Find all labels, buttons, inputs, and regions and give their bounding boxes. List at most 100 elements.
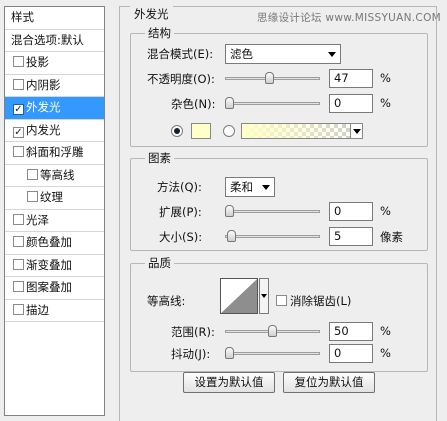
technique-label: 方法(Q): bbox=[157, 180, 202, 194]
blend-mode-select[interactable]: 滤色 bbox=[225, 44, 341, 64]
spread-input[interactable]: 0 bbox=[329, 202, 373, 221]
style-item-label: 内阴影 bbox=[26, 77, 61, 92]
panel-title: 外发光 bbox=[130, 6, 173, 22]
style-drop-shadow-item[interactable]: 投影 bbox=[5, 52, 104, 75]
size-input[interactable]: 5 bbox=[329, 227, 373, 246]
glow-color-swatch[interactable] bbox=[191, 123, 211, 139]
chevron-down-icon bbox=[328, 52, 336, 57]
solid-color-radio[interactable] bbox=[171, 125, 183, 137]
style-checkbox[interactable] bbox=[27, 168, 38, 180]
style-item-label: 图案叠加 bbox=[26, 280, 72, 294]
jitter-slider-thumb[interactable] bbox=[225, 347, 234, 359]
style-checkbox[interactable] bbox=[13, 258, 24, 270]
style-item-label: 投影 bbox=[26, 55, 49, 69]
anti-alias-label: 消除锯齿(L) bbox=[290, 294, 352, 308]
style-checkbox[interactable] bbox=[13, 56, 24, 67]
blend-mode-label: 混合模式(E): bbox=[147, 47, 214, 61]
style-checkbox[interactable] bbox=[13, 281, 24, 292]
size-slider[interactable] bbox=[225, 230, 320, 242]
gradient-picker[interactable] bbox=[241, 123, 363, 139]
spread-unit: % bbox=[380, 204, 391, 218]
range-input[interactable]: 50 bbox=[329, 322, 373, 341]
noise-unit: % bbox=[380, 96, 391, 110]
spread-slider[interactable] bbox=[225, 205, 320, 217]
contour-picker[interactable] bbox=[220, 278, 258, 314]
spread-slider-thumb[interactable] bbox=[225, 205, 234, 217]
spread-label: 扩展(P): bbox=[159, 205, 202, 219]
gradient-radio[interactable] bbox=[223, 125, 235, 137]
style-checkbox[interactable] bbox=[13, 236, 24, 247]
opacity-slider[interactable] bbox=[225, 72, 320, 84]
style-inner-shadow-item[interactable]: 内阴影 bbox=[5, 75, 104, 97]
jitter-unit: % bbox=[380, 346, 391, 360]
style-color-overlay-item[interactable]: 颜色叠加 bbox=[5, 232, 104, 255]
range-unit: % bbox=[380, 324, 391, 338]
style-texture-item[interactable]: 纹理 bbox=[5, 187, 104, 210]
checkmark-icon[interactable]: ✓ bbox=[13, 104, 24, 115]
style-blending-options-item[interactable]: 混合选项:默认 bbox=[5, 30, 104, 52]
style-item-label: 斜面和浮雕 bbox=[26, 145, 84, 159]
style-contour-item[interactable]: 等高线 bbox=[5, 165, 104, 187]
contour-dropdown-button[interactable] bbox=[259, 278, 269, 314]
set-default-button[interactable]: 设置为默认值 bbox=[183, 372, 275, 393]
reset-default-button[interactable]: 复位为默认值 bbox=[283, 372, 375, 393]
contour-preview-icon bbox=[221, 279, 257, 313]
style-item-label: 等高线 bbox=[40, 167, 75, 182]
checkmark-icon[interactable]: ✓ bbox=[13, 126, 24, 138]
range-label: 范围(R): bbox=[171, 325, 215, 339]
quality-title: 品质 bbox=[145, 255, 174, 271]
style-inner-glow-item[interactable]: ✓ 内发光 bbox=[5, 120, 104, 142]
anti-alias-checkbox[interactable] bbox=[276, 295, 287, 306]
chevron-down-icon[interactable] bbox=[350, 124, 362, 138]
noise-label: 杂色(N): bbox=[171, 97, 216, 111]
opacity-slider-thumb[interactable] bbox=[265, 72, 275, 84]
structure-title: 结构 bbox=[145, 25, 174, 41]
noise-slider[interactable] bbox=[225, 97, 320, 109]
size-slider-thumb[interactable] bbox=[226, 230, 236, 242]
blend-mode-value: 滤色 bbox=[230, 47, 253, 61]
style-gradient-overlay-item[interactable]: 渐变叠加 bbox=[5, 255, 104, 277]
style-checkbox[interactable] bbox=[13, 213, 24, 225]
style-item-label: 光泽 bbox=[26, 212, 49, 227]
style-item-label: 颜色叠加 bbox=[26, 235, 72, 249]
style-item-label: 纹理 bbox=[40, 190, 63, 204]
jitter-input[interactable]: 0 bbox=[329, 344, 373, 363]
size-unit: 像素 bbox=[380, 230, 403, 244]
opacity-label: 不透明度(O): bbox=[147, 72, 215, 86]
style-outer-glow-item[interactable]: ✓ 外发光 bbox=[5, 97, 104, 120]
style-bevel-emboss-item[interactable]: 斜面和浮雕 bbox=[5, 142, 104, 165]
style-checkbox[interactable] bbox=[13, 146, 24, 157]
technique-value: 柔和 bbox=[230, 180, 253, 194]
style-item-label: 内发光 bbox=[26, 122, 61, 137]
style-stroke-item[interactable]: 描边 bbox=[5, 300, 104, 322]
noise-input[interactable]: 0 bbox=[329, 94, 373, 113]
elements-title: 图素 bbox=[145, 150, 174, 166]
technique-select[interactable]: 柔和 bbox=[225, 177, 275, 197]
style-satin-item[interactable]: 光泽 bbox=[5, 210, 104, 232]
style-pattern-overlay-item[interactable]: 图案叠加 bbox=[5, 277, 104, 300]
style-item-label: 外发光 bbox=[26, 100, 61, 114]
range-slider-thumb[interactable] bbox=[268, 325, 277, 337]
size-label: 大小(S): bbox=[159, 230, 203, 244]
outer-glow-panel: 外发光 结构 混合模式(E): 滤色 不透明度(O): 47 % 杂色(N): … bbox=[119, 0, 439, 421]
contour-label: 等高线: bbox=[147, 294, 186, 308]
opacity-input[interactable]: 47 bbox=[329, 69, 373, 88]
quality-group: 品质 等高线: 消除锯齿(L) 范围(R): 50 % 抖动(J): 0 % bbox=[130, 255, 428, 372]
styles-list: 样式 混合选项:默认 投影 内阴影 ✓ 外发光 ✓ 内发光 斜面和浮雕 等高线 纹理 光泽 颜色叠加渐… bbox=[4, 6, 105, 416]
noise-slider-thumb[interactable] bbox=[225, 97, 234, 109]
styles-header: 样式 bbox=[5, 7, 104, 30]
style-checkbox[interactable] bbox=[13, 303, 24, 315]
opacity-unit: % bbox=[380, 71, 391, 85]
elements-group: 图素 方法(Q): 柔和 扩展(P): 0 % 大小(S): 5 像素 bbox=[130, 150, 428, 251]
style-item-label: 渐变叠加 bbox=[26, 257, 72, 272]
outer-glow-frame: 外发光 结构 混合模式(E): 滤色 不透明度(O): 47 % 杂色(N): … bbox=[119, 6, 437, 421]
chevron-down-icon bbox=[262, 185, 270, 190]
structure-group: 结构 混合模式(E): 滤色 不透明度(O): 47 % 杂色(N): 0 % bbox=[130, 25, 428, 147]
style-checkbox[interactable] bbox=[13, 78, 24, 90]
jitter-slider[interactable] bbox=[225, 347, 320, 359]
style-item-label: 混合选项:默认 bbox=[11, 32, 84, 47]
jitter-label: 抖动(J): bbox=[171, 347, 211, 361]
style-item-label: 描边 bbox=[26, 302, 49, 317]
range-slider[interactable] bbox=[225, 325, 320, 337]
style-checkbox[interactable] bbox=[27, 191, 38, 202]
